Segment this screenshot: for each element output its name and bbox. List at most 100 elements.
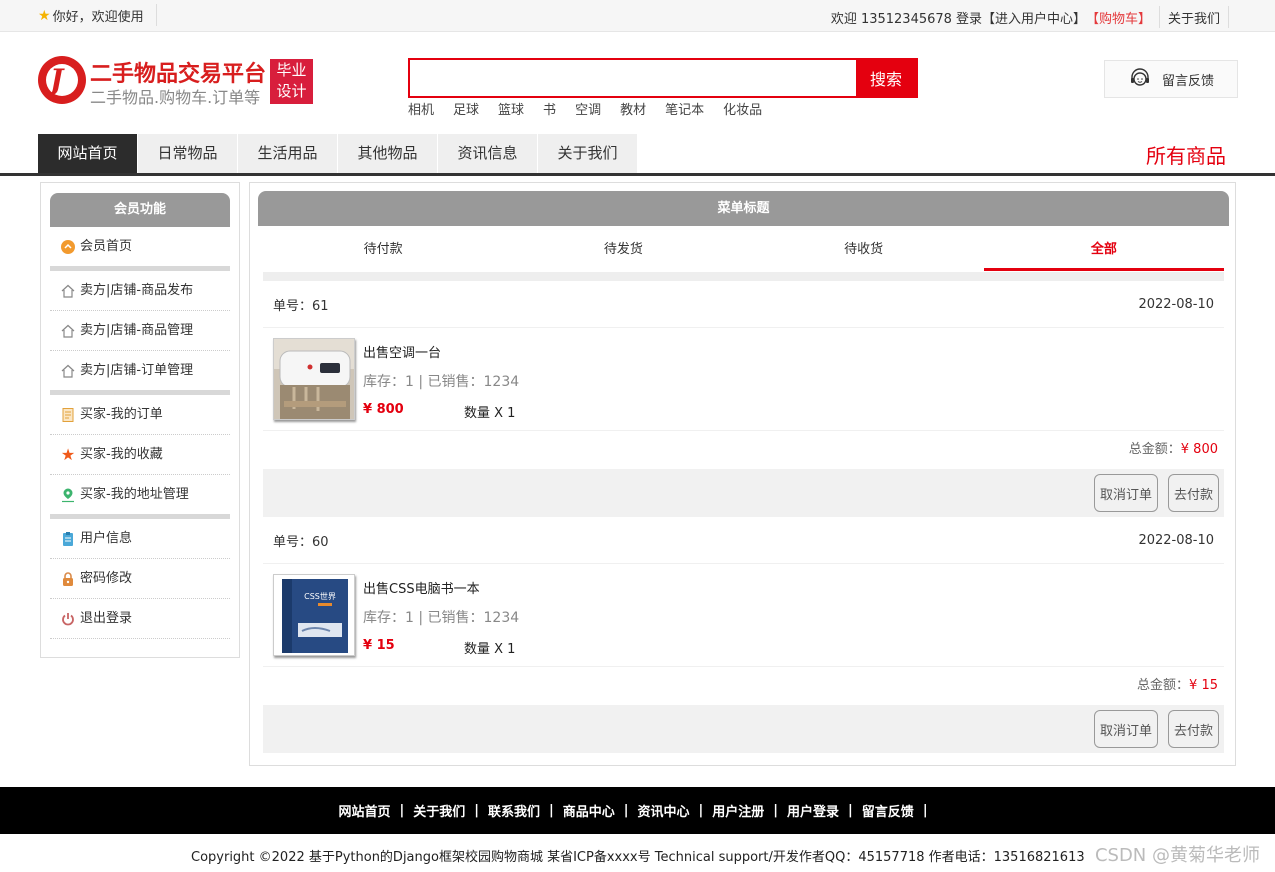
- divider: |: [773, 803, 779, 818]
- header: J 二手物品交易平台 二手物品.购物车.订单等 毕业 设计 搜索 相机 足球 篮…: [0, 32, 1275, 132]
- order-actions: 取消订单 去付款: [263, 705, 1224, 753]
- search-button[interactable]: 搜索: [856, 60, 916, 96]
- divider: |: [474, 803, 479, 818]
- total-amount: ¥ 15: [1189, 678, 1218, 693]
- search-input[interactable]: [410, 60, 856, 96]
- divider: |: [623, 803, 629, 818]
- order-total: 总金额：¥ 800: [263, 431, 1224, 469]
- sidebar-item-address[interactable]: 买家-我的地址管理: [50, 475, 230, 519]
- nav-item-about[interactable]: 关于我们: [538, 134, 638, 173]
- footer-links: 网站首页 | 关于我们 | 联系我们 | 商品中心 | 资讯中心 | 用户注册 | 用户登录…: [0, 787, 1275, 834]
- cart-link[interactable]: 【购物车】: [1086, 8, 1151, 27]
- lock-icon: [60, 571, 76, 587]
- order-number: 单号：60: [273, 535, 329, 550]
- sidebar-item-publish[interactable]: 卖方|店铺-商品发布: [50, 271, 230, 311]
- product-image[interactable]: [273, 338, 355, 420]
- product-price: ¥ 800: [363, 402, 404, 417]
- hot-keywords: 相机 足球 篮球 书 空调 教材 笔记本 化妆品: [408, 99, 762, 118]
- hot-keyword[interactable]: 化妆品: [723, 99, 762, 118]
- user-center-link[interactable]: 【进入用户中心】: [982, 8, 1086, 27]
- hot-keyword[interactable]: 相机: [408, 99, 434, 118]
- copyright: Copyright ©2022 基于Python的Django框架校园购物商城 …: [191, 850, 1085, 865]
- divider: [156, 4, 157, 26]
- product-name[interactable]: 出售空调一台: [363, 342, 441, 361]
- cancel-order-button[interactable]: 取消订单: [1094, 474, 1158, 512]
- footer-link-home[interactable]: 网站首页: [338, 801, 390, 820]
- sidebar-item-member-home[interactable]: 会员首页: [50, 227, 230, 271]
- badge-line: 毕业: [276, 61, 307, 79]
- tab-pending-shipment[interactable]: 待发货: [503, 229, 743, 271]
- search-box: 搜索: [408, 58, 918, 98]
- sidebar-item-password[interactable]: 密码修改: [50, 559, 230, 599]
- hot-keyword[interactable]: 空调: [575, 99, 601, 118]
- tab-all[interactable]: 全部: [983, 229, 1224, 271]
- feedback-button[interactable]: 留言反馈: [1104, 60, 1238, 98]
- order-date: 2022-08-10: [1138, 533, 1214, 548]
- divider: [1228, 6, 1229, 28]
- sidebar-title: 会员功能: [50, 193, 230, 227]
- product-image[interactable]: CSS世界: [273, 574, 355, 656]
- stock-info: 库存：1 | 已销售：1234: [363, 610, 520, 626]
- sidebar-item-goods-manage[interactable]: 卖方|店铺-商品管理: [50, 311, 230, 351]
- star-icon: ★: [38, 7, 51, 24]
- tab-pending-payment[interactable]: 待付款: [263, 229, 503, 271]
- footer-link-register[interactable]: 用户注册: [712, 801, 764, 820]
- clipboard-icon: [60, 531, 76, 547]
- product-quantity: 数量 X 1: [464, 642, 516, 657]
- sidebar-item-label: 买家-我的订单: [80, 406, 163, 422]
- feedback-label: 留言反馈: [1161, 73, 1214, 89]
- sidebar-item-logout[interactable]: 退出登录: [50, 599, 230, 639]
- hot-keyword[interactable]: 笔记本: [665, 99, 704, 118]
- nav-item-other[interactable]: 其他物品: [338, 134, 438, 173]
- sidebar-item-label: 会员首页: [80, 238, 133, 254]
- hot-keyword[interactable]: 足球: [453, 99, 479, 118]
- site-subtitle: 二手物品.购物车.订单等: [90, 88, 261, 107]
- sidebar-item-order-manage[interactable]: 卖方|店铺-订单管理: [50, 351, 230, 395]
- site-logo[interactable]: J 二手物品交易平台 二手物品.购物车.订单等 毕业 设计: [38, 56, 313, 116]
- hot-keyword[interactable]: 书: [543, 99, 556, 118]
- sidebar-item-label: 卖方|店铺-订单管理: [80, 362, 194, 378]
- footer-link-contact[interactable]: 联系我们: [488, 801, 540, 820]
- book-cover-title: CSS世界: [304, 591, 336, 601]
- document-icon: [60, 407, 76, 423]
- sidebar-item-user-info[interactable]: 用户信息: [50, 519, 230, 559]
- water-heater-image: [274, 339, 354, 419]
- order-total: 总金额：¥ 15: [263, 667, 1224, 705]
- footer-link-news[interactable]: 资讯中心: [638, 801, 690, 820]
- badge-line: 设计: [276, 82, 307, 100]
- total-label: 总金额：: [1128, 442, 1181, 457]
- total-label: 总金额：: [1137, 678, 1190, 693]
- nav-item-daily[interactable]: 日常物品: [138, 134, 238, 173]
- star-icon: ★: [60, 444, 76, 464]
- about-link[interactable]: 关于我们: [1168, 8, 1220, 27]
- menu-title: 菜单标题: [258, 191, 1229, 226]
- hot-keyword[interactable]: 篮球: [498, 99, 524, 118]
- sidebar-item-my-orders[interactable]: 买家-我的订单: [50, 395, 230, 435]
- cancel-order-button[interactable]: 取消订单: [1094, 710, 1158, 748]
- order-number: 单号：61: [273, 299, 329, 314]
- nav-item-home[interactable]: 网站首页: [38, 134, 138, 173]
- main-nav: 网站首页 日常物品 生活用品 其他物品 资讯信息 关于我们 所有商品: [0, 132, 1275, 176]
- product-name[interactable]: 出售CSS电脑书一本: [363, 578, 480, 597]
- house-icon: [60, 283, 76, 299]
- pay-button[interactable]: 去付款: [1168, 710, 1219, 748]
- order-header: 单号：61 2022-08-10: [263, 282, 1224, 328]
- home-circle-icon: [60, 239, 76, 255]
- tab-pending-receipt[interactable]: 待收货: [744, 229, 984, 271]
- product-price: ¥ 15: [363, 638, 395, 653]
- divider: |: [922, 803, 928, 818]
- footer-link-about[interactable]: 关于我们: [413, 801, 465, 820]
- pay-button[interactable]: 去付款: [1168, 474, 1219, 512]
- footer-link-goods[interactable]: 商品中心: [563, 801, 615, 820]
- nav-item-living[interactable]: 生活用品: [238, 134, 338, 173]
- footer-link-login[interactable]: 用户登录: [787, 801, 839, 820]
- login-link[interactable]: 登录: [956, 8, 982, 27]
- all-goods-link[interactable]: 所有商品: [1146, 140, 1226, 169]
- sidebar-item-label: 退出登录: [80, 610, 133, 626]
- order-header: 单号：60 2022-08-10: [263, 518, 1224, 564]
- hot-keyword[interactable]: 教材: [620, 99, 646, 118]
- house-icon: [60, 323, 76, 339]
- sidebar-item-favorites[interactable]: ★ 买家-我的收藏: [50, 435, 230, 475]
- footer-link-feedback[interactable]: 留言反馈: [862, 801, 914, 820]
- nav-item-news[interactable]: 资讯信息: [438, 134, 538, 173]
